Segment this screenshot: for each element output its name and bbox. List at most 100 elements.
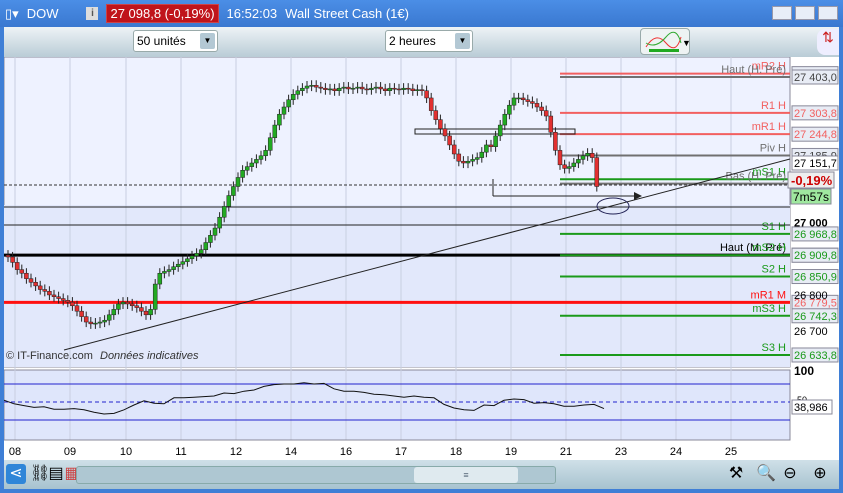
candle-body [585, 153, 590, 157]
zoom-in-icon[interactable]: ⊕ [810, 464, 830, 484]
svg-text:▼: ▼ [682, 38, 691, 48]
candle-body [341, 86, 347, 89]
candle-body [249, 162, 255, 167]
x-tick-label: 12 [230, 446, 242, 458]
zoom-out-icon[interactable]: ⊖ [780, 464, 800, 484]
candle-body [507, 104, 512, 115]
candle-body [157, 272, 163, 285]
candlestick-icon[interactable]: ▯▾ [5, 6, 19, 22]
level-value: 27 303,8 [794, 108, 837, 120]
candle-body [516, 97, 521, 100]
level-label: S1 H [762, 221, 787, 233]
scroll-right-icon[interactable]: ⇅ [817, 29, 839, 55]
candle-body [493, 135, 498, 148]
maximize-button[interactable] [795, 6, 815, 20]
instrument-name: Wall Street Cash (1€) [285, 6, 409, 21]
candle-body [272, 124, 278, 138]
indicators-button[interactable]: ▼ [640, 28, 691, 55]
candle-body [74, 305, 80, 312]
symbol-label[interactable]: DOW [27, 6, 59, 21]
candle-body [10, 256, 15, 263]
candle-body [254, 159, 259, 164]
candle-body [419, 89, 425, 91]
candle-body [336, 87, 342, 91]
candle-body [79, 310, 84, 317]
level-label: R1 H [761, 100, 786, 112]
level-value: 26 742,3 [794, 311, 837, 323]
candle-body [116, 303, 121, 310]
candle-body [387, 87, 393, 91]
x-tick-label: 18 [450, 446, 462, 458]
candle-body [364, 88, 370, 91]
candle-body [424, 90, 429, 99]
candle-body [438, 119, 443, 129]
candle-body [401, 87, 406, 90]
candle-body [456, 153, 462, 162]
candle-body [83, 316, 89, 323]
share-icon[interactable]: ⋖ [6, 464, 26, 484]
candle-body [433, 110, 439, 120]
level-label: Haut (H. Pré) [721, 64, 786, 76]
period-select[interactable]: 2 heures ▼ [385, 30, 473, 52]
candle-body [226, 195, 232, 207]
chevron-down-icon[interactable]: ▼ [455, 33, 470, 49]
candle-body [125, 301, 130, 305]
countdown: 7m57s [793, 190, 829, 204]
candle-body [93, 322, 98, 325]
candle-body [378, 86, 383, 90]
level-label: Piv H [760, 142, 786, 154]
minimize-button[interactable] [772, 6, 792, 20]
level-value: 26 850,9 [794, 272, 837, 284]
candle-body [148, 309, 153, 316]
candle-body [553, 132, 558, 151]
x-tick-label: 16 [340, 446, 352, 458]
period-value: 2 heures [389, 34, 436, 48]
candle-body [171, 266, 176, 270]
zoom-fit-icon[interactable]: 🔍 [756, 464, 776, 484]
candle-tool-icon[interactable]: ⚒ [726, 464, 746, 484]
x-tick-label: 19 [505, 446, 517, 458]
candle-body [589, 153, 595, 158]
candle-body [369, 87, 374, 90]
level-label: mR1 M [751, 289, 786, 301]
chart-area[interactable]: 0809101112141617181921232425mR2 H27 412,… [3, 56, 839, 460]
candle-body [557, 150, 563, 166]
candle-body [212, 227, 218, 236]
level-value: 26 633,8 [794, 350, 837, 362]
candle-body [520, 97, 526, 101]
candle-body [451, 144, 457, 155]
candle-body [309, 85, 314, 87]
x-tick-label: 09 [64, 446, 76, 458]
chevron-down-icon[interactable]: ▼ [200, 33, 215, 49]
candle-body [497, 124, 503, 137]
candle-body [106, 314, 112, 321]
level-value: 27 244,8 [794, 129, 837, 141]
candle-body [479, 151, 485, 158]
candle-body [332, 88, 337, 91]
candle-body [410, 88, 416, 91]
candle-body [373, 86, 379, 89]
candle-body [327, 88, 333, 91]
units-select[interactable]: 50 unités ▼ [133, 30, 218, 52]
scrollbar-thumb[interactable]: ≡ [414, 467, 518, 483]
info-icon[interactable]: i [86, 7, 99, 20]
candle-body [198, 249, 204, 254]
candle-body [355, 86, 360, 89]
level-label: Bas (H. Pré) [725, 171, 786, 183]
horizontal-scrollbar[interactable]: ≡ [76, 466, 556, 484]
indicators-icon: ▼ [645, 31, 691, 52]
candle-body [162, 271, 167, 274]
level-label: mS3 H [752, 303, 786, 315]
x-tick-label: 23 [615, 446, 627, 458]
candle-body [405, 87, 411, 90]
candle-body [175, 263, 181, 267]
candle-body [539, 106, 544, 111]
candle-body [392, 87, 397, 90]
candle-body [525, 99, 531, 102]
level-value: 27 403,0 [794, 72, 837, 84]
price-chart[interactable]: 0809101112141617181921232425mR2 H27 412,… [3, 56, 839, 460]
watermark: © IT-Finance.com [6, 350, 93, 362]
candle-body [28, 278, 34, 283]
close-button[interactable] [818, 6, 838, 20]
candle-body [318, 86, 324, 89]
